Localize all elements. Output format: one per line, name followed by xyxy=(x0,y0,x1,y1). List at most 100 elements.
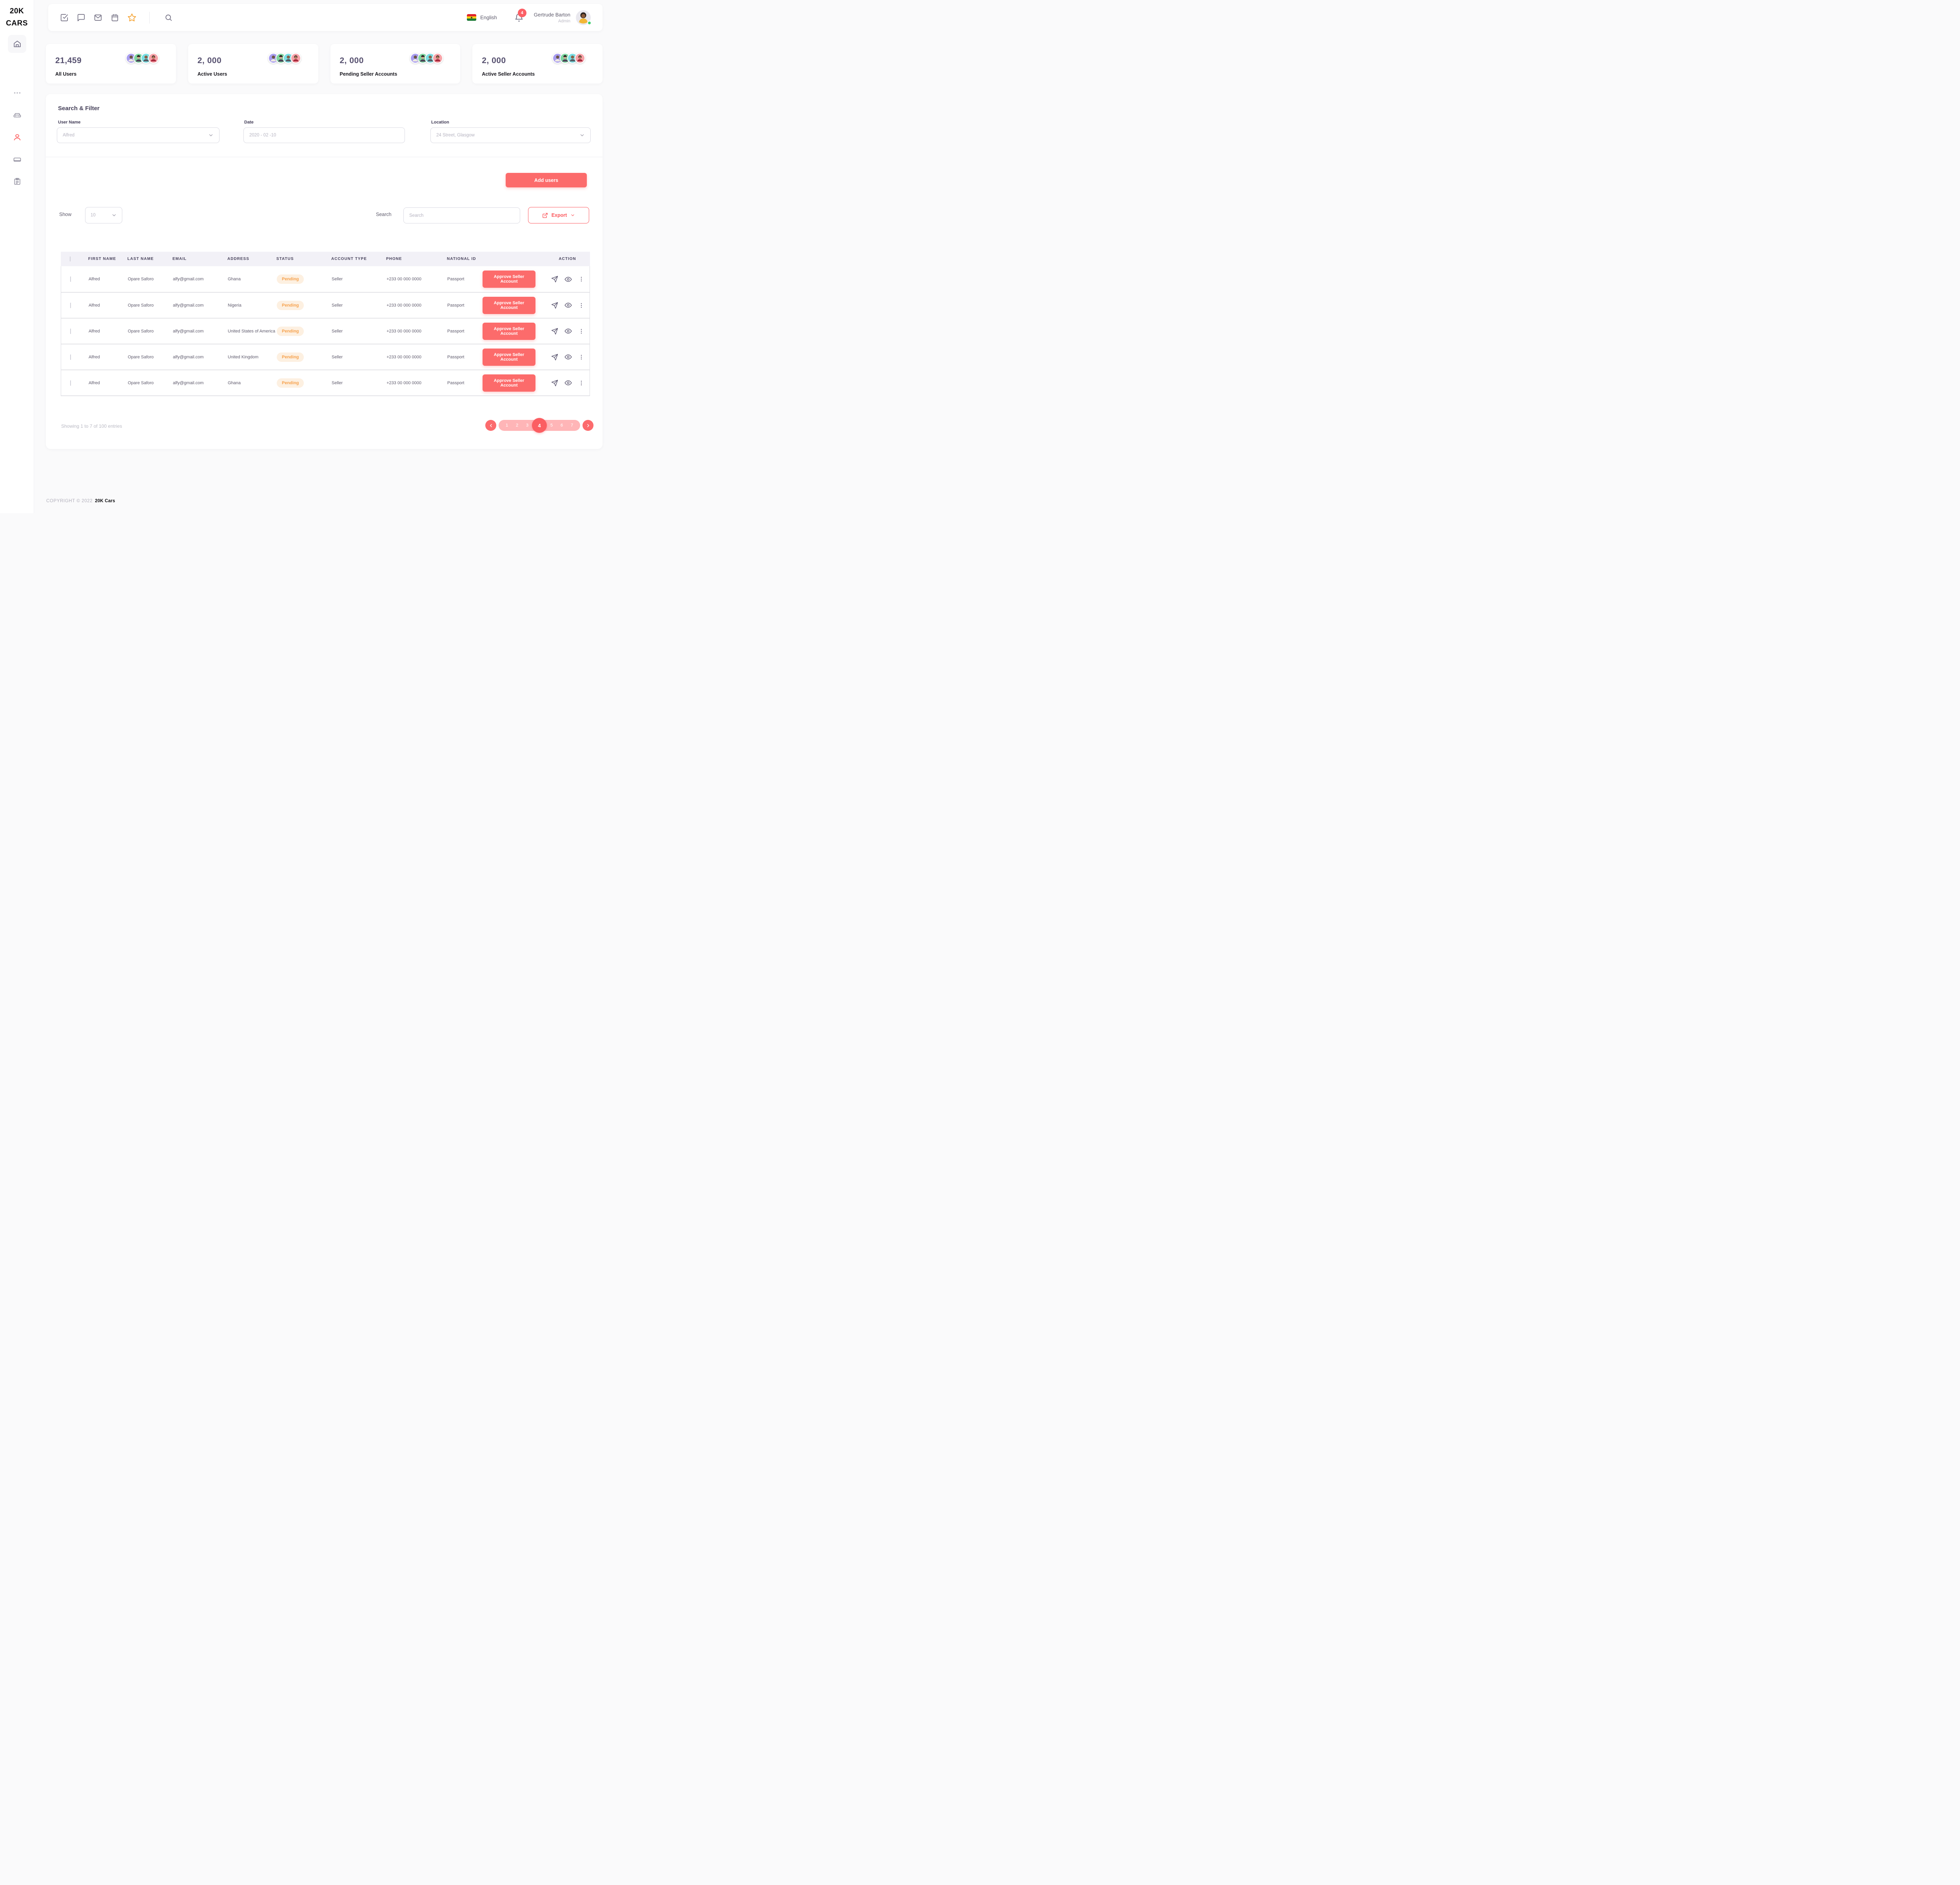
sidebar-item-reports[interactable] xyxy=(13,177,22,186)
cell-national-id: Passport xyxy=(447,355,483,360)
table-row: Alfred Opare Saforo alfy@gmail.com Unite… xyxy=(61,344,590,370)
external-link-icon xyxy=(542,212,548,218)
cell-address: Ghana xyxy=(228,277,277,281)
eye-icon[interactable] xyxy=(564,276,572,283)
status-badge: Pending xyxy=(277,327,304,336)
sidebar-item-home[interactable] xyxy=(8,35,26,53)
eye-icon[interactable] xyxy=(564,379,572,387)
row-checkbox[interactable] xyxy=(70,276,71,282)
stat-card-active-sellers: 2, 000 Active Seller Accounts xyxy=(472,44,603,84)
user-name-select[interactable]: Alfred xyxy=(57,127,220,143)
notifications-button[interactable]: 4 xyxy=(514,13,524,22)
footer-brand: 20K Cars xyxy=(95,499,115,503)
cell-phone: +233 00 000 0000 xyxy=(387,381,447,385)
avatar-group xyxy=(126,53,159,64)
table-header-row: FIRST NAME LAST NAME EMAIL ADDRESS STATU… xyxy=(61,252,590,266)
location-select[interactable]: 24 Street, Glasgow xyxy=(430,127,591,143)
approve-seller-button[interactable]: Approve Seller Account xyxy=(483,374,535,392)
kebab-menu-icon[interactable] xyxy=(578,380,584,386)
cell-phone: +233 00 000 0000 xyxy=(387,277,447,281)
chat-icon[interactable] xyxy=(77,13,85,22)
pagination-prev-button[interactable] xyxy=(485,420,496,431)
cell-first-name: Alfred xyxy=(89,381,128,385)
user-avatar[interactable] xyxy=(576,10,591,25)
users-table: FIRST NAME LAST NAME EMAIL ADDRESS STATU… xyxy=(61,252,590,396)
stat-label: Pending Seller Accounts xyxy=(340,71,451,77)
check-square-icon[interactable] xyxy=(60,13,69,22)
chevron-down-icon xyxy=(208,133,214,138)
pagination-pages: 1 2 3 4 5 6 7 xyxy=(499,420,580,431)
user-icon xyxy=(13,133,22,142)
sidebar-item-payments[interactable] xyxy=(13,155,22,164)
stat-label: Active Seller Accounts xyxy=(482,71,593,77)
pagination: 1 2 3 4 5 6 7 xyxy=(485,420,593,431)
row-checkbox[interactable] xyxy=(70,354,71,360)
table-row: Alfred Opare Saforo alfy@gmail.com Ghana… xyxy=(61,370,590,396)
send-icon[interactable] xyxy=(551,302,558,309)
eye-icon[interactable] xyxy=(564,353,572,361)
select-all-checkbox[interactable] xyxy=(70,256,71,262)
approve-seller-button[interactable]: Approve Seller Account xyxy=(483,271,535,288)
notification-badge: 4 xyxy=(518,9,526,17)
avatar-group xyxy=(268,53,301,64)
show-value: 10 xyxy=(91,213,96,218)
main-panel: Search & Filter User Name Alfred Date Lo… xyxy=(46,94,603,449)
table-search-input[interactable] xyxy=(409,213,514,218)
page-button-2[interactable]: 2 xyxy=(512,423,522,428)
add-users-button[interactable]: Add users xyxy=(506,173,587,187)
user-name: Gertrude Barton xyxy=(534,12,570,18)
mail-icon[interactable] xyxy=(94,13,102,22)
date-input[interactable] xyxy=(249,133,399,138)
row-checkbox[interactable] xyxy=(70,303,71,308)
sidebar-item-cars[interactable] xyxy=(13,110,22,120)
page-button-6[interactable]: 6 xyxy=(557,423,567,428)
table-search-field xyxy=(403,207,520,223)
cell-account-type: Seller xyxy=(332,355,387,360)
sidebar-item-users[interactable] xyxy=(13,133,22,142)
send-icon[interactable] xyxy=(551,328,558,335)
ghana-flag-icon[interactable] xyxy=(467,14,476,21)
page-button-1[interactable]: 1 xyxy=(502,423,512,428)
avatar xyxy=(148,53,159,64)
topbar-right: English 4 Gertrude Barton Admin xyxy=(467,10,591,25)
send-icon[interactable] xyxy=(551,354,558,361)
page-button-7[interactable]: 7 xyxy=(567,423,577,428)
cell-national-id: Passport xyxy=(447,381,483,385)
cell-national-id: Passport xyxy=(447,303,483,308)
col-header-last-name: LAST NAME xyxy=(127,257,172,261)
copyright-text: COPYRIGHT © 2022 xyxy=(46,499,93,503)
kebab-menu-icon[interactable] xyxy=(578,276,584,282)
brand-line1: 20K xyxy=(0,5,34,17)
approve-seller-button[interactable]: Approve Seller Account xyxy=(483,297,535,314)
approve-seller-button[interactable]: Approve Seller Account xyxy=(483,349,535,366)
search-icon[interactable] xyxy=(164,13,173,22)
send-icon[interactable] xyxy=(551,276,558,283)
cell-phone: +233 00 000 0000 xyxy=(387,303,447,308)
show-page-size-select[interactable]: 10 xyxy=(85,207,122,223)
kebab-menu-icon[interactable] xyxy=(578,328,584,334)
star-icon[interactable] xyxy=(127,13,136,22)
calendar-icon[interactable] xyxy=(111,13,119,22)
show-label: Show xyxy=(59,212,71,217)
stat-label: All Users xyxy=(55,71,167,77)
eye-icon[interactable] xyxy=(564,327,572,335)
kebab-menu-icon[interactable] xyxy=(578,354,584,360)
col-header-account-type: ACCOUNT TYPE xyxy=(331,257,386,261)
send-icon[interactable] xyxy=(551,380,558,387)
eye-icon[interactable] xyxy=(564,301,572,309)
cell-address: United States of America xyxy=(228,329,277,334)
row-checkbox[interactable] xyxy=(70,380,71,386)
row-checkbox[interactable] xyxy=(70,329,71,334)
page-button-5[interactable]: 5 xyxy=(546,423,557,428)
approve-seller-button[interactable]: Approve Seller Account xyxy=(483,323,535,340)
page-button-4-active[interactable]: 4 xyxy=(532,418,547,433)
sidebar-item-more[interactable] xyxy=(13,89,22,97)
page-button-3[interactable]: 3 xyxy=(522,423,532,428)
language-label[interactable]: English xyxy=(480,15,497,20)
cell-national-id: Passport xyxy=(447,277,483,281)
cell-email: alfy@gmail.com xyxy=(173,277,228,281)
pagination-next-button[interactable] xyxy=(583,420,593,431)
kebab-menu-icon[interactable] xyxy=(578,302,584,309)
cell-address: Ghana xyxy=(228,381,277,385)
export-button[interactable]: Export xyxy=(528,207,589,223)
